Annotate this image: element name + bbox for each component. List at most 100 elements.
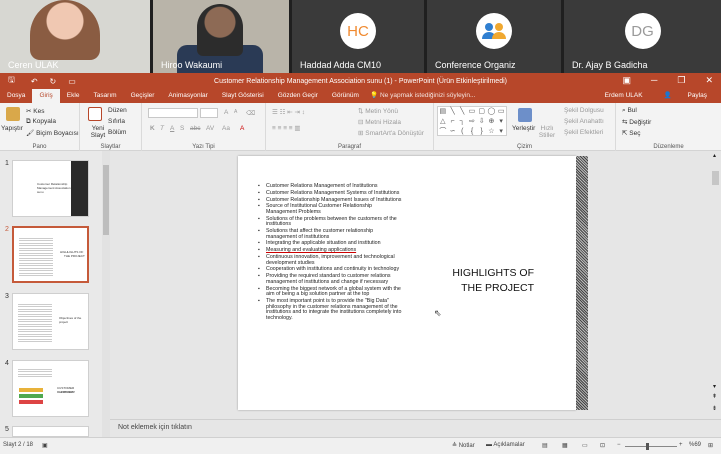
tab-slideshow[interactable]: Slayt Gösterisi xyxy=(215,89,271,103)
slide-title[interactable]: HIGHLIGHTS OF THE PROJECT xyxy=(434,266,534,296)
bracket-shape-icon[interactable]: } xyxy=(477,127,487,137)
line-shape-icon[interactable]: ⌒ xyxy=(438,127,448,137)
char-spacing-button[interactable]: AV xyxy=(206,125,214,132)
zoom-slider[interactable] xyxy=(625,446,677,447)
bracket-shape-icon[interactable]: { xyxy=(467,127,477,137)
bracket-shape-icon[interactable]: ( xyxy=(457,127,467,137)
format-painter-button[interactable]: 🖌 Biçim Boyacısı xyxy=(26,129,79,137)
section-button[interactable]: Bölüm xyxy=(108,129,126,136)
new-slide-icon[interactable] xyxy=(88,107,102,121)
textbox-shape-icon[interactable]: ▤ xyxy=(438,107,448,117)
clear-format-icon[interactable]: ⌫ xyxy=(246,109,255,117)
shrink-font-button[interactable]: A xyxy=(234,109,237,115)
scroll-thumb[interactable] xyxy=(103,165,109,235)
scroll-down-icon[interactable]: ▾ xyxy=(713,383,716,390)
zoom-out-icon[interactable]: − xyxy=(617,442,621,448)
save-icon[interactable]: 🖫 xyxy=(8,74,15,88)
layout-button[interactable]: Düzen xyxy=(108,107,127,114)
shape-fill-button[interactable]: Şekil Dolgusu xyxy=(564,107,604,114)
connector-shape-icon[interactable]: ⌐ xyxy=(448,117,458,127)
cut-button[interactable]: ✂ Kes xyxy=(26,107,44,115)
oval-shape-icon[interactable]: ◯ xyxy=(487,107,497,117)
strikethrough-button[interactable]: abc xyxy=(190,125,200,132)
reading-view-icon[interactable]: ▭ xyxy=(582,442,588,449)
align-icons[interactable]: ≡ ≡ ≡ ≡ ▥ xyxy=(272,124,301,132)
ribbon-display-icon[interactable]: ▣ xyxy=(622,75,631,86)
share-button[interactable]: 👤 Paylaş xyxy=(650,89,721,103)
arrow-shape-icon[interactable]: ⇩ xyxy=(477,117,487,127)
participant-tile[interactable]: Hiroo Wakaumi xyxy=(153,0,289,73)
sorter-view-icon[interactable]: ▦ xyxy=(562,442,568,449)
shapes-gallery[interactable]: ▤ ╲ ╲ ▭ ▢ ◯ ▭ △ ⌐ ┐ ⇨ ⇩ ⊕ ▾ ⌒ ∽({} ☆ ▾ xyxy=(437,106,507,136)
participant-tile[interactable]: Ceren ULAK xyxy=(0,0,150,73)
rectangle-shape-icon[interactable]: ▢ xyxy=(477,107,487,117)
plus-shape-icon[interactable]: ⊕ xyxy=(487,117,497,127)
italic-button[interactable]: T xyxy=(160,125,164,132)
normal-view-icon[interactable]: ▤ xyxy=(542,442,548,449)
participant-tile[interactable]: DG Dr. Ajay B Gadicha xyxy=(564,0,721,73)
quick-styles-button[interactable]: Hızlı Stiller xyxy=(538,125,556,139)
zoom-level[interactable]: %69 xyxy=(689,442,701,448)
tab-review[interactable]: Gözden Geçir xyxy=(271,89,325,103)
user-name[interactable]: Erdem ULAK xyxy=(598,89,650,103)
comments-button[interactable]: ▬ Açıklamalar xyxy=(486,442,525,448)
notes-button[interactable]: ≜ Notlar xyxy=(452,442,475,449)
thumbnail-scrollbar[interactable] xyxy=(102,151,110,437)
connector-shape-icon[interactable]: ┐ xyxy=(457,117,467,127)
bold-button[interactable]: K xyxy=(150,125,155,132)
spellcheck-icon[interactable]: ▣ xyxy=(42,442,48,449)
line-shape-icon[interactable]: ╲ xyxy=(448,107,458,117)
rectangle-shape-icon[interactable]: ▭ xyxy=(467,107,477,117)
zoom-slider-thumb[interactable] xyxy=(646,443,649,450)
curve-shape-icon[interactable]: ∽ xyxy=(448,127,458,137)
tab-animations[interactable]: Animasyonlar xyxy=(161,89,214,103)
fit-slide-icon[interactable]: ⊞ xyxy=(708,442,713,449)
participant-tile[interactable]: HC Haddad Adda CM10 xyxy=(292,0,424,73)
redo-icon[interactable]: ↻ xyxy=(50,77,57,86)
text-direction-button[interactable]: ⇅ Metin Yönü xyxy=(358,107,398,115)
prev-slide-icon[interactable]: ⇞ xyxy=(712,393,717,400)
scroll-up-icon[interactable]: ▴ xyxy=(713,152,716,159)
find-button[interactable]: ⌕ Bul xyxy=(622,107,637,115)
zoom-in-icon[interactable]: + xyxy=(679,442,683,448)
tab-view[interactable]: Görünüm xyxy=(325,89,366,103)
canvas-scrollbar[interactable]: ▴ ▾ ⇞ ⇟ xyxy=(710,151,721,419)
triangle-shape-icon[interactable]: △ xyxy=(438,117,448,127)
bullets-icon[interactable]: ☰ ☷ ⇤ ⇥ ↕ xyxy=(272,108,305,116)
slideshow-icon[interactable]: ▭ xyxy=(68,77,76,86)
tab-design[interactable]: Tasarım xyxy=(86,89,123,103)
change-case-button[interactable]: Aa xyxy=(222,125,230,132)
tab-home[interactable]: Giriş xyxy=(32,89,60,103)
tell-me-search[interactable]: Ne yapmak istediğinizi söyleyin... xyxy=(380,89,482,103)
scroll-thumb[interactable] xyxy=(712,171,719,185)
tab-insert[interactable]: Ekle xyxy=(60,89,87,103)
shadow-button[interactable]: S xyxy=(180,125,184,132)
copy-button[interactable]: ⧉ Kopyala xyxy=(26,118,56,126)
notes-pane[interactable]: Not eklemek için tıklatın xyxy=(110,419,721,437)
replace-button[interactable]: ⇆ Değiştir xyxy=(622,118,651,126)
reset-button[interactable]: Sıfırla xyxy=(108,118,125,125)
shape-outline-button[interactable]: Şekil Anahattı xyxy=(564,118,604,125)
slide-thumbnail[interactable]: Objectives of the project xyxy=(12,293,89,350)
align-text-button[interactable]: ⊟ Metni Hizala xyxy=(358,118,401,126)
slide-thumbnail[interactable]: CUSTOMER RELATIONS PROJECT xyxy=(12,360,89,417)
arrange-button[interactable]: Yerleştir xyxy=(512,125,535,132)
slide-thumbnail[interactable] xyxy=(12,426,89,437)
tab-file[interactable]: Dosya xyxy=(0,89,32,103)
scroll-down-icon[interactable]: ▾ xyxy=(496,127,506,137)
select-button[interactable]: ⇱ Seç xyxy=(622,129,640,137)
maximize-icon[interactable]: ❐ xyxy=(677,75,685,86)
more-shapes-icon[interactable]: ▾ xyxy=(496,117,506,127)
font-size-dropdown[interactable] xyxy=(200,108,218,118)
smartart-button[interactable]: ⊞ SmartArt'a Dönüştür xyxy=(358,129,424,137)
shape-effects-button[interactable]: Şekil Efektleri xyxy=(564,129,603,136)
current-slide[interactable]: Customer Relations Management of Institu… xyxy=(238,156,576,410)
rectangle-shape-icon[interactable]: ▭ xyxy=(496,107,506,117)
tab-transitions[interactable]: Geçişler xyxy=(124,89,162,103)
paste-button[interactable]: Yapıştır xyxy=(1,125,23,132)
close-icon[interactable]: ✕ xyxy=(705,75,713,86)
undo-icon[interactable]: ↶ xyxy=(31,77,38,86)
slideshow-view-icon[interactable]: ⊡ xyxy=(600,442,605,449)
underline-button[interactable]: A xyxy=(170,125,174,132)
line-shape-icon[interactable]: ╲ xyxy=(457,107,467,117)
